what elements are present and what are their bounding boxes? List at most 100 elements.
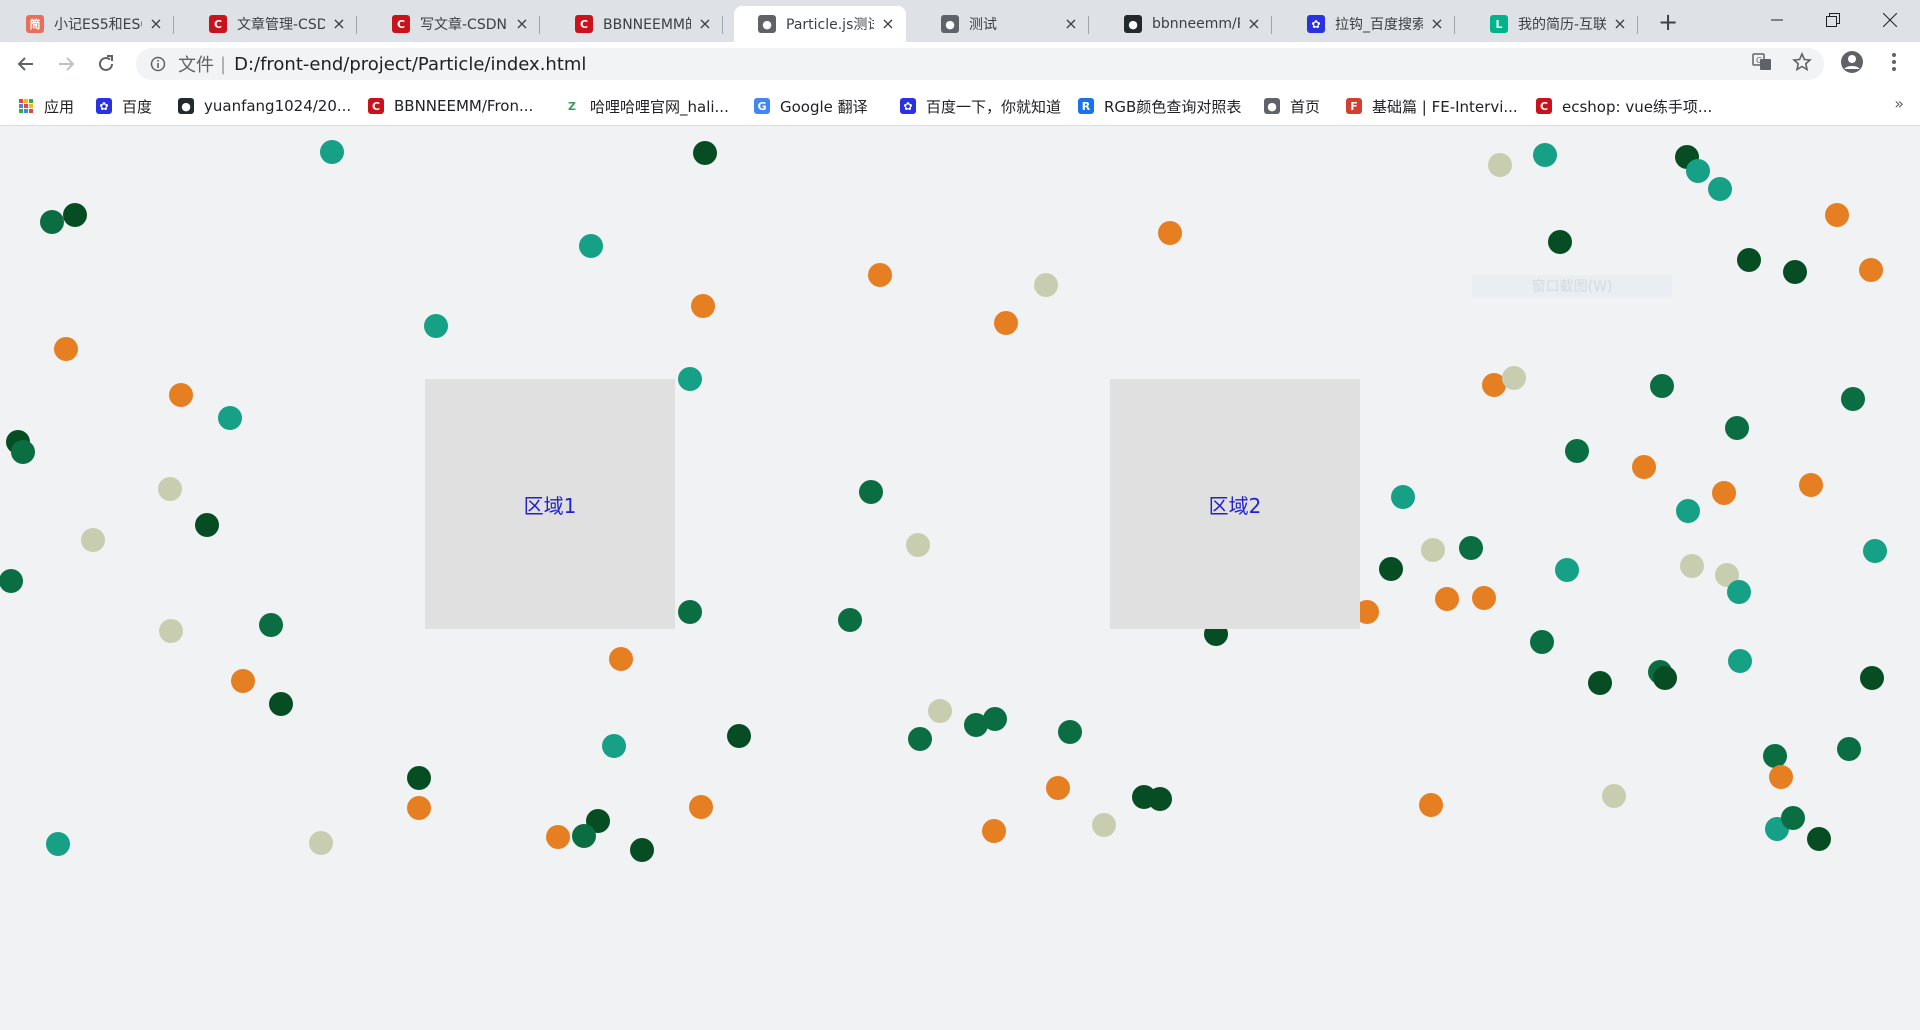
page-viewport: 区域1 区域2 窗口截图(W) <box>0 127 1920 1030</box>
particle-dot <box>1555 558 1579 582</box>
tab-separator <box>1088 16 1089 34</box>
tab-separator <box>173 16 174 34</box>
region-1[interactable]: 区域1 <box>425 379 675 629</box>
particle-dot <box>1058 720 1082 744</box>
tab-title: 测试 <box>969 17 997 33</box>
translate-button[interactable]: G <box>1750 50 1774 74</box>
new-tab-button[interactable]: + <box>1654 8 1682 36</box>
region-2[interactable]: 区域2 <box>1110 379 1360 629</box>
forward-arrow-icon <box>59 57 75 71</box>
bookmark-item-1[interactable]: ✿ 百度 <box>96 96 152 116</box>
bookmark-label: 百度一下，你就知道 <box>926 97 1062 116</box>
browser-toolbar: 文件 | D:/front-end/project/Particle/index… <box>0 42 1920 86</box>
particle-dot <box>0 569 23 593</box>
tab-close-icon[interactable]: × <box>880 16 896 32</box>
baidu-icon: ✿ <box>900 98 916 114</box>
avatar-icon <box>1841 51 1863 73</box>
hali-icon: Z <box>568 99 576 113</box>
particle-dot <box>983 707 1007 731</box>
tab-6[interactable]: ● bbnneemm/P × <box>1100 6 1272 42</box>
back-button[interactable] <box>12 50 40 78</box>
bookmark-item-5[interactable]: G Google 翻译 <box>754 96 868 116</box>
tab-0[interactable]: 简小记ES5和ES6 × <box>2 6 174 42</box>
tab-separator <box>1271 16 1272 34</box>
particle-dot <box>1769 765 1793 789</box>
particle-dot <box>1533 143 1557 167</box>
tab-close-icon[interactable]: × <box>514 16 530 32</box>
tab-1[interactable]: C 文章管理-CSDN × <box>185 6 357 42</box>
tab-close-icon[interactable]: × <box>1612 16 1628 32</box>
menu-button[interactable] <box>1882 50 1906 74</box>
particle-dot <box>609 647 633 671</box>
forward-button[interactable] <box>52 50 80 78</box>
particle-dot <box>928 699 952 723</box>
tab-close-icon[interactable]: × <box>1246 16 1262 32</box>
particle-dot <box>407 766 431 790</box>
bookmark-item-0[interactable]: 应用 <box>18 96 74 116</box>
tab-3[interactable]: C BBNNEEMM的 × <box>551 6 723 42</box>
particle-dot <box>602 734 626 758</box>
bookmarks-overflow-button[interactable]: » <box>1894 94 1904 113</box>
particle-dot <box>908 727 932 751</box>
scheme-label: 文件 <box>178 55 214 76</box>
particle-dot <box>1712 481 1736 505</box>
tab-close-icon[interactable]: × <box>1063 16 1079 32</box>
reload-button[interactable] <box>92 50 120 78</box>
bookmark-star-button[interactable] <box>1790 50 1814 74</box>
particle-dot <box>1632 455 1656 479</box>
tab-title: 写文章-CSDN <box>420 17 507 33</box>
tab-separator <box>1637 16 1638 34</box>
url-text[interactable]: D:/front-end/project/Particle/index.html <box>234 54 586 75</box>
particle-dot <box>546 825 570 849</box>
region-2-label: 区域2 <box>1208 493 1262 518</box>
tab-7[interactable]: ✿ 拉钩_百度搜索 × <box>1283 6 1455 42</box>
address-bar[interactable]: 文件 | D:/front-end/project/Particle/index… <box>136 48 1824 80</box>
close-window-button[interactable] <box>1862 0 1918 40</box>
bookmark-item-10[interactable]: Cecshop: vue练手项... <box>1536 96 1712 116</box>
tab-4[interactable]: ● Particle.js测试 × <box>734 6 906 42</box>
google-translate-icon: G <box>754 98 770 114</box>
particle-dot <box>1548 230 1572 254</box>
region-1-label: 区域1 <box>523 493 577 518</box>
particle-dot <box>1046 776 1070 800</box>
particle-dot <box>1680 554 1704 578</box>
particle-dot <box>1391 485 1415 509</box>
tab-close-icon[interactable]: × <box>331 16 347 32</box>
bookmark-item-8[interactable]: ● 首页 <box>1264 96 1320 116</box>
particle-dot <box>1158 221 1182 245</box>
bookmark-label: BBNNEEMM/Fron... <box>394 97 534 115</box>
globe-icon: ● <box>758 15 776 33</box>
tab-close-icon[interactable]: × <box>148 16 164 32</box>
particle-dot <box>572 824 596 848</box>
bookmark-item-2[interactable]: ● yuanfang1024/20... <box>178 96 351 116</box>
apps-grid-icon <box>19 99 33 113</box>
tab-2[interactable]: C 写文章-CSDN × <box>368 6 540 42</box>
bookmark-item-9[interactable]: F 基础篇 | FE-Intervi... <box>1346 96 1518 116</box>
profile-button[interactable] <box>1840 50 1864 74</box>
particle-dot <box>689 795 713 819</box>
particle-dot <box>1783 260 1807 284</box>
restore-button[interactable] <box>1805 0 1861 40</box>
particle-dot <box>11 440 35 464</box>
particle-dot <box>424 314 448 338</box>
minimize-button[interactable] <box>1749 0 1805 40</box>
star-icon <box>1792 52 1812 72</box>
bookmark-item-3[interactable]: C BBNNEEMM/Fron... <box>368 96 533 116</box>
tab-close-icon[interactable]: × <box>697 16 713 32</box>
particle-dot <box>1421 538 1445 562</box>
particle-dot <box>218 406 242 430</box>
bookmark-item-6[interactable]: ✿ 百度一下，你就知道 <box>900 96 1061 116</box>
particle-dot <box>1727 580 1751 604</box>
faint-tooltip-text: 窗口截图(W) <box>1531 279 1613 295</box>
bookmark-item-7[interactable]: R RGB颜色查询对照表 <box>1078 96 1241 116</box>
tab-8[interactable]: L 我的简历-互联 × <box>1466 6 1638 42</box>
particle-dot <box>158 477 182 501</box>
bookmark-label: yuanfang1024/20... <box>204 97 352 115</box>
tab-close-icon[interactable]: × <box>1429 16 1445 32</box>
rgb-table-icon: R <box>1078 98 1094 114</box>
info-icon[interactable] <box>150 56 166 72</box>
bookmark-item-4[interactable]: Z 哈哩哈哩官网_hali... <box>564 96 729 116</box>
close-icon <box>1883 13 1897 27</box>
particle-dot <box>231 669 255 693</box>
tab-5[interactable]: ● 测试 × <box>917 6 1089 42</box>
